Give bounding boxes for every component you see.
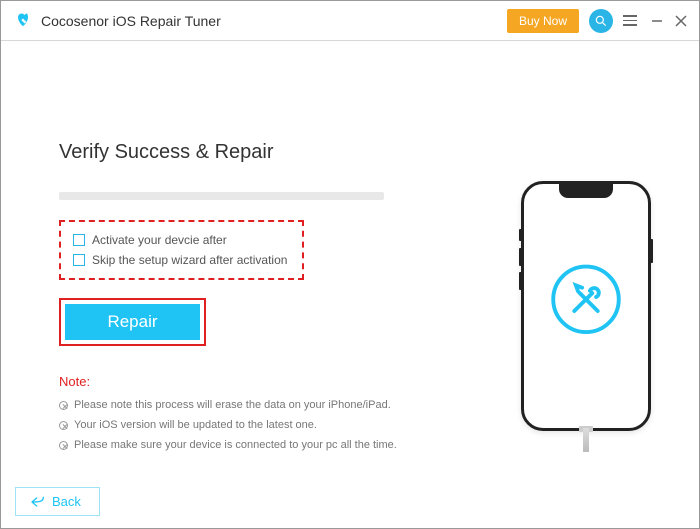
phone-vol-down bbox=[519, 272, 522, 290]
menu-button[interactable] bbox=[623, 12, 637, 29]
repair-button[interactable]: Repair bbox=[65, 304, 200, 340]
repair-button-highlight: Repair bbox=[59, 298, 206, 346]
checkbox-skip-wizard[interactable] bbox=[73, 254, 85, 266]
note-text: Please make sure your device is connecte… bbox=[74, 439, 397, 451]
note-item: Please make sure your device is connecte… bbox=[59, 439, 419, 451]
checkbox-activate-label: Activate your devcie after bbox=[92, 233, 227, 247]
phone-vol-up bbox=[519, 248, 522, 266]
phone-mute-switch bbox=[519, 229, 522, 241]
checkbox-row-activate: Activate your devcie after bbox=[73, 230, 290, 250]
app-title: Cocosenor iOS Repair Tuner bbox=[41, 13, 221, 29]
app-logo-icon bbox=[13, 11, 33, 31]
note-text: Your iOS version will be updated to the … bbox=[74, 419, 317, 431]
note-item: Your iOS version will be updated to the … bbox=[59, 419, 419, 431]
note-bullet-icon bbox=[59, 441, 68, 450]
checkbox-row-skip: Skip the setup wizard after activation bbox=[73, 250, 290, 270]
buy-now-button[interactable]: Buy Now bbox=[507, 9, 579, 33]
close-button[interactable] bbox=[673, 15, 689, 27]
checkbox-skip-wizard-label: Skip the setup wizard after activation bbox=[92, 253, 287, 267]
note-text: Please note this process will erase the … bbox=[74, 399, 391, 411]
note-bullet-icon bbox=[59, 401, 68, 410]
titlebar: Cocosenor iOS Repair Tuner Buy Now bbox=[1, 1, 699, 41]
back-arrow-icon bbox=[30, 496, 46, 508]
help-button[interactable] bbox=[589, 9, 613, 33]
page-heading: Verify Success & Repair bbox=[59, 141, 419, 164]
phone-illustration bbox=[521, 181, 651, 431]
note-bullet-icon bbox=[59, 421, 68, 430]
options-group-highlight: Activate your devcie after Skip the setu… bbox=[59, 220, 304, 280]
minimize-button[interactable] bbox=[649, 15, 665, 27]
back-button[interactable]: Back bbox=[15, 487, 100, 516]
checkbox-activate[interactable] bbox=[73, 234, 85, 246]
content-area: Verify Success & Repair Activate your de… bbox=[1, 41, 699, 528]
phone-side-button bbox=[650, 239, 653, 263]
progress-bar bbox=[59, 192, 384, 200]
note-item: Please note this process will erase the … bbox=[59, 399, 419, 411]
note-heading: Note: bbox=[59, 374, 419, 389]
repair-tools-icon bbox=[547, 260, 625, 343]
phone-notch bbox=[559, 184, 613, 198]
back-button-label: Back bbox=[52, 494, 81, 509]
phone-cable bbox=[583, 428, 589, 452]
